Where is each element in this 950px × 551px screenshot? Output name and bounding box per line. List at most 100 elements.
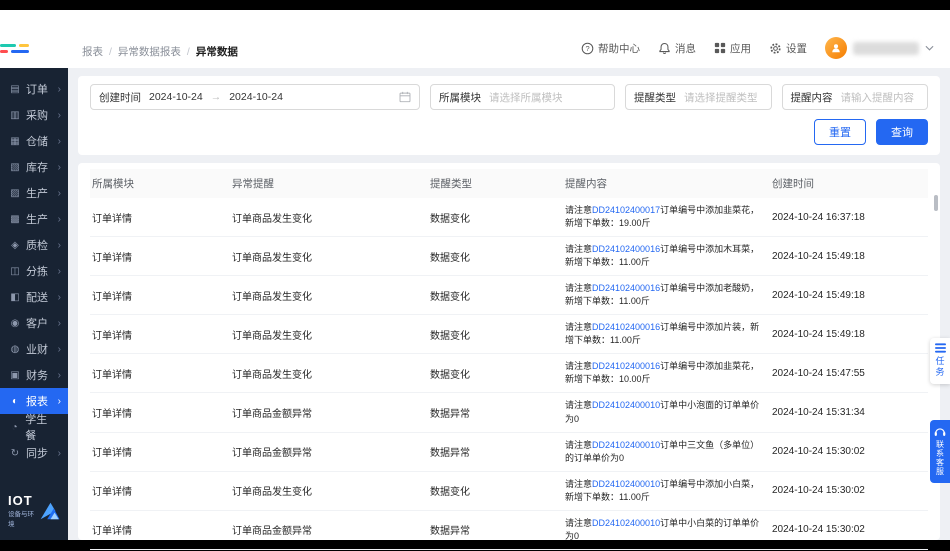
cell-type: 数据变化 [428,477,563,504]
content-prefix: 请注意 [565,440,592,450]
order-number-link[interactable]: DD24102400010 [592,479,660,489]
query-button[interactable]: 查询 [876,119,928,145]
app-window: 报表 / 异常数据报表 / 异常数据 ? 帮助中心 [0,10,950,540]
column-header-created: 创建时间 [770,169,928,198]
topbar: 报表 / 异常数据报表 / 异常数据 ? 帮助中心 [0,10,950,68]
content-prefix: 请注意 [565,518,592,528]
headset-icon [934,426,946,437]
cell-content: 请注意DD24102400016订单编号中添加片装，新增下单数：11.00斤 [563,315,770,353]
order-number-link[interactable]: DD24102400016 [592,283,660,293]
sidebar: ▤订单›▥采购›▦仓储›▧库存›▨生产›▩生产›◈质检›◫分拣›◧配送›◉客户›… [0,68,68,540]
sidebar-item-finance[interactable]: ▣财务› [0,362,68,388]
sidebar-item-delivery[interactable]: ◧配送› [0,284,68,310]
sidebar-item-sorting[interactable]: ◫分拣› [0,258,68,284]
alert-content-input[interactable]: 提醒内容 请输入提醒内容 [782,84,928,110]
cell-created: 2024-10-24 15:30:02 [770,479,928,502]
reset-button[interactable]: 重置 [814,119,866,145]
apps-button[interactable]: 应用 [714,41,751,56]
calendar-icon [399,91,411,103]
sidebar-item-quality[interactable]: ◈质检› [0,232,68,258]
cell-content: 请注意DD24102400016订单编号中添加韭菜花，新增下单数：10.00斤 [563,354,770,392]
order-number-link[interactable]: DD24102400010 [592,518,660,528]
sidebar-item-label: 客户 [26,315,48,331]
production-icon: ▨ [9,188,21,199]
messages-button[interactable]: 消息 [658,41,696,56]
cell-type: 数据变化 [428,360,563,387]
sidebar-item-student-meals[interactable]: ◔学生餐 [0,414,68,440]
customer-service-label: 联系客服 [935,440,946,476]
chevron-right-icon: › [58,344,61,355]
order-number-link[interactable]: DD24102400016 [592,361,660,371]
user-menu[interactable] [825,37,934,59]
sidebar-item-label: 库存 [26,159,48,175]
cell-module: 订单详情 [90,516,230,543]
sidebar-item-inventory[interactable]: ▧库存› [0,154,68,180]
bizfinance-icon: ◍ [9,344,21,355]
main-content: 创建时间 2024-10-24 → 2024-10-24 [68,68,950,540]
order-number-link[interactable]: DD24102400010 [592,400,660,410]
sidebar-item-production-2[interactable]: ▩生产› [0,206,68,232]
cell-content: 请注意DD24102400010订单中小白菜的订单单价为0 [563,511,770,549]
breadcrumb-item[interactable]: 报表 [82,44,103,59]
iot-logo-graphic [39,499,60,523]
table-scrollbar-thumb[interactable] [934,195,938,211]
column-header-alert: 异常提醒 [230,169,428,198]
content-prefix: 请注意 [565,361,592,371]
table-row: 订单详情订单商品发生变化数据变化请注意DD24102400010订单编号中添加小… [90,472,928,511]
date-range-picker[interactable]: 创建时间 2024-10-24 → 2024-10-24 [90,84,420,110]
module-select[interactable]: 所属模块 请选择所属模块 [430,84,615,110]
apps-grid-icon [714,42,726,54]
cell-created: 2024-10-24 15:31:34 [770,401,928,424]
cell-alert: 订单商品金额异常 [230,516,428,543]
module-select-label: 所属模块 [439,90,481,105]
sidebar-item-orders[interactable]: ▤订单› [0,76,68,102]
sidebar-item-production[interactable]: ▨生产› [0,180,68,206]
customer-icon: ◉ [9,318,21,329]
cell-type: 数据变化 [428,243,563,270]
svg-text:?: ? [585,44,589,53]
order-number-link[interactable]: DD24102400016 [592,244,660,254]
task-panel-button[interactable]: 任务 [930,338,950,384]
order-number-link[interactable]: DD24102400010 [592,440,660,450]
sidebar-item-label: 生产 [26,211,48,227]
table-row: 订单详情订单商品发生变化数据变化请注意DD24102400016订单编号中添加老… [90,276,928,315]
order-number-link[interactable]: DD24102400016 [592,322,660,332]
sidebar-item-business-finance[interactable]: ◍业财› [0,336,68,362]
table-row: 订单详情订单商品发生变化数据变化请注意DD24102400016订单编号中添加片… [90,315,928,354]
sidebar-item-purchase[interactable]: ▥采购› [0,102,68,128]
sidebar-item-customers[interactable]: ◉ 客户 › [0,310,68,336]
sidebar-item-label: 报表 [26,393,48,409]
sidebar-item-sync[interactable]: ↻同步› [0,440,68,466]
chevron-right-icon: › [58,162,61,173]
sync-icon: ↻ [9,448,21,459]
avatar [825,37,847,59]
cell-type: 数据变化 [428,321,563,348]
chevron-right-icon: › [58,136,61,147]
user-name-blurred [853,42,919,55]
sidebar-item-label: 采购 [26,107,48,123]
cell-created: 2024-10-24 15:30:02 [770,518,928,541]
settings-button[interactable]: 设置 [769,41,807,56]
alert-type-select[interactable]: 提醒类型 请选择提醒类型 [625,84,771,110]
cell-alert: 订单商品发生变化 [230,321,428,348]
help-icon: ? [581,42,594,55]
sidebar-item-warehouse[interactable]: ▦仓储› [0,128,68,154]
finance-icon: ▣ [9,370,21,381]
cell-content: 请注意DD24102400010订单编号中添加小白菜，新增下单数：11.00斤 [563,472,770,510]
order-number-link[interactable]: DD24102400017 [592,205,660,215]
cell-alert: 订单商品金额异常 [230,399,428,426]
chevron-right-icon: › [58,318,61,329]
cell-type: 数据变化 [428,204,563,231]
chevron-right-icon: › [58,214,61,225]
help-center-button[interactable]: ? 帮助中心 [581,41,640,56]
apps-label: 应用 [730,41,751,56]
cell-module: 订单详情 [90,321,230,348]
table-body: 订单详情订单商品发生变化数据变化请注意DD24102400017订单编号中添加韭… [90,198,928,551]
cell-module: 订单详情 [90,282,230,309]
customer-service-button[interactable]: 联系客服 [930,420,950,483]
breadcrumb-item[interactable]: 异常数据报表 [118,44,181,59]
breadcrumb: 报表 / 异常数据报表 / 异常数据 [82,44,238,59]
sidebar-item-label: 质检 [26,237,48,253]
column-header-type: 提醒类型 [428,169,563,198]
gear-icon [769,42,782,55]
